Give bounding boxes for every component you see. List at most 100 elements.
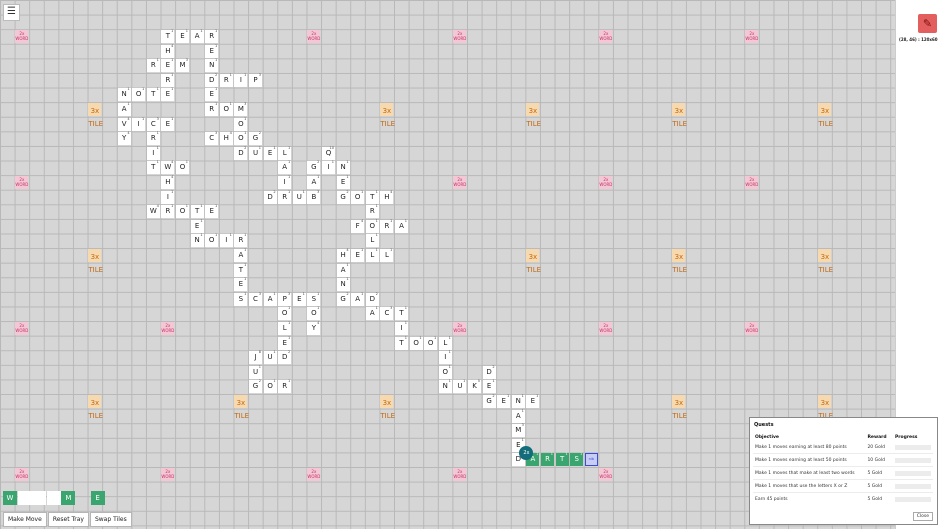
board-tile[interactable]: E1	[161, 87, 175, 102]
double-word-square[interactable]: 2x WORD	[161, 322, 175, 335]
board-tile[interactable]: O1	[205, 233, 219, 248]
board-tile[interactable]: N1	[336, 277, 350, 292]
board-tile[interactable]: D2	[482, 365, 496, 379]
board-tile[interactable]: O1	[132, 87, 146, 102]
board-tile[interactable]: N1	[511, 394, 525, 408]
board-tile[interactable]: O1	[234, 117, 248, 131]
board-tile[interactable]: O1	[365, 219, 379, 233]
board-tile[interactable]: O1	[176, 160, 189, 175]
triple-tile-square[interactable]: 3x TILE	[380, 395, 395, 420]
board-tile[interactable]: O1	[234, 131, 248, 146]
swap-tiles-button[interactable]: Swap Tiles	[89, 512, 132, 527]
board-tile[interactable]: E1	[526, 394, 540, 408]
board-tile[interactable]: N1	[438, 379, 452, 394]
board-tile[interactable]: I1	[278, 175, 292, 189]
double-word-square[interactable]: 2x WORD	[599, 176, 613, 189]
board-tile[interactable]: B3	[307, 190, 321, 204]
board-tile[interactable]: E1	[234, 277, 248, 292]
board-tile[interactable]: A1	[117, 102, 131, 116]
board-tile[interactable]: R1	[278, 379, 292, 394]
board-tile[interactable]: C3	[205, 131, 219, 146]
double-word-square[interactable]: 2x WORD	[599, 322, 613, 335]
board-tile[interactable]: G2	[307, 160, 321, 175]
board-tile[interactable]: I1	[438, 350, 452, 365]
board-tile[interactable]: E1	[161, 58, 175, 73]
board-tile[interactable]: J8	[249, 350, 262, 365]
board-tile[interactable]: E1	[336, 175, 350, 189]
board-tile[interactable]: H4	[336, 248, 350, 262]
board-tile[interactable]: I1	[234, 73, 248, 87]
board-tile[interactable]: A1	[336, 263, 350, 277]
board-tile[interactable]: L1	[365, 233, 379, 248]
double-word-square[interactable]: 2x WORD	[745, 322, 759, 335]
triple-tile-square[interactable]: 3x TILE	[88, 395, 103, 420]
board-tile[interactable]: R1	[161, 204, 175, 219]
board-tile[interactable]: R1	[161, 73, 175, 87]
board-tile[interactable]: C3	[380, 306, 394, 321]
board-tile[interactable]: L1	[278, 321, 292, 335]
board-tile[interactable]: A1	[395, 219, 408, 233]
board-tile[interactable]: G2	[482, 394, 496, 408]
board-tile[interactable]: E1	[205, 204, 219, 219]
board-tile[interactable]: R1	[205, 29, 219, 43]
double-word-square[interactable]: 2x WORD	[599, 30, 613, 43]
board-tile[interactable]: E1	[176, 29, 189, 43]
board-tile[interactable]: D2	[263, 190, 277, 204]
close-button[interactable]: Close	[912, 512, 933, 521]
board-tile[interactable]: O1	[424, 336, 438, 350]
triple-tile-square[interactable]: 3x TILE	[526, 249, 541, 274]
triple-tile-square[interactable]: 3x TILE	[818, 395, 833, 420]
board-tile[interactable]: O1	[219, 102, 233, 116]
board-tile[interactable]: U1	[249, 146, 262, 160]
double-word-square[interactable]: 2x WORD	[453, 322, 467, 335]
board-tile[interactable]: P3	[278, 292, 292, 306]
board-tile[interactable]: C3	[249, 292, 262, 306]
triple-tile-square[interactable]: 3x TILE	[672, 395, 687, 420]
board-tile[interactable]: N1	[205, 58, 219, 73]
board-tile[interactable]: O1	[176, 204, 189, 219]
board-tile[interactable]: C3	[146, 117, 160, 131]
double-word-square[interactable]: 2x WORD	[745, 30, 759, 43]
board-tile[interactable]: O1	[351, 190, 365, 204]
board-tile[interactable]: E1	[205, 87, 219, 102]
hamburger-menu-icon[interactable]: ☰	[3, 4, 20, 21]
board-tile[interactable]: E1	[351, 248, 365, 262]
board-tile[interactable]: T1	[395, 336, 408, 350]
board-tile[interactable]: A1	[351, 292, 365, 306]
double-word-square[interactable]: 2x WORD	[15, 30, 29, 43]
board-tile[interactable]: R1	[380, 219, 394, 233]
board-tile[interactable]: L1	[278, 146, 292, 160]
triple-tile-square[interactable]: 3x TILE	[818, 103, 833, 128]
board-tile[interactable]: N1	[190, 233, 204, 248]
board-tile[interactable]: L1	[438, 336, 452, 350]
board-tile[interactable]: T1	[234, 263, 248, 277]
pending-tile[interactable]: R1	[541, 452, 554, 467]
board-tile[interactable]: E1	[292, 292, 306, 306]
board-tile[interactable]: D2	[278, 350, 292, 365]
tray-tile[interactable]: M	[61, 491, 76, 505]
board-tile[interactable]: T1	[190, 204, 204, 219]
double-word-square[interactable]: 2x WORD	[307, 30, 321, 43]
board-tile[interactable]: I1	[395, 321, 408, 335]
board-tile[interactable]: H4	[219, 131, 233, 146]
board-tile[interactable]: W4	[146, 204, 160, 219]
double-word-square[interactable]: 2x WORD	[307, 468, 321, 481]
double-word-square[interactable]: 2x WORD	[745, 176, 759, 189]
triple-tile-square[interactable]: 3x TILE	[672, 249, 687, 274]
double-word-square[interactable]: 2x WORD	[453, 468, 467, 481]
make-move-button[interactable]: Make Move	[3, 512, 47, 527]
board-tile[interactable]: L1	[365, 248, 379, 262]
board-tile[interactable]: E1	[161, 117, 175, 131]
board-tile[interactable]: P3	[249, 73, 262, 87]
board-tile[interactable]: E1	[278, 336, 292, 350]
tray-tile[interactable]: W	[3, 491, 17, 505]
board-tile[interactable]: H4	[161, 175, 175, 189]
board-tile[interactable]: U1	[249, 365, 262, 379]
board-tile[interactable]: E1	[263, 146, 277, 160]
board-tile[interactable]: M3	[511, 423, 525, 438]
board-tile[interactable]: O1	[438, 365, 452, 379]
triple-tile-square[interactable]: 3x TILE	[526, 103, 541, 128]
tray-empty-slot[interactable]	[32, 491, 47, 505]
board-tile[interactable]: V4	[117, 117, 131, 131]
tray-empty-slot[interactable]	[46, 491, 61, 505]
